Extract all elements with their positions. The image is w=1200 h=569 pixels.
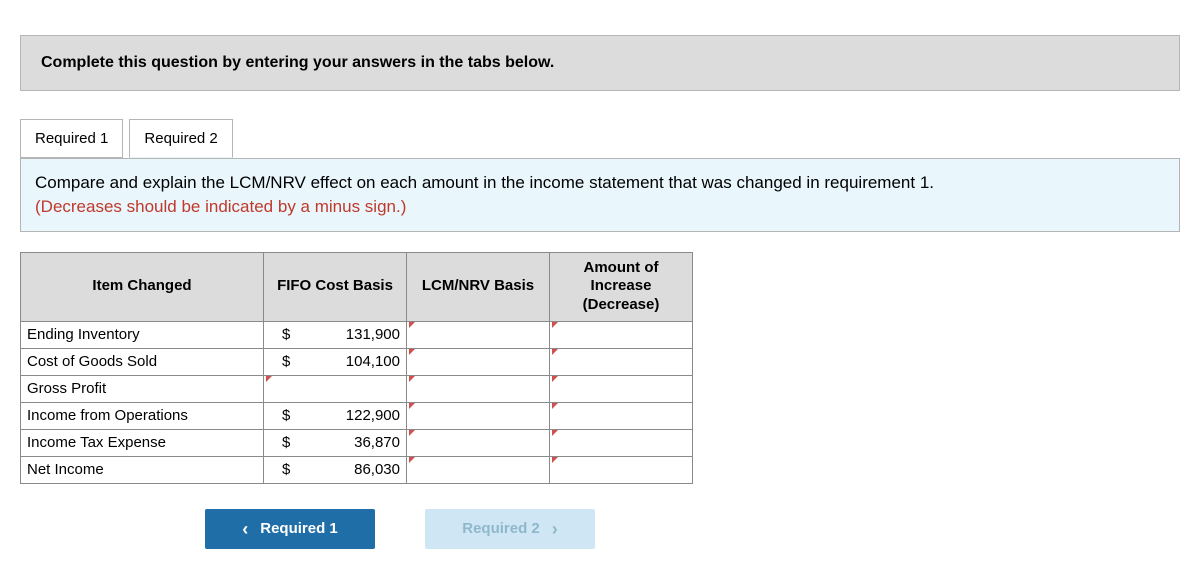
answer-table: Item Changed FIFO Cost Basis LCM/NRV Bas… [20,252,693,484]
fifo-cell[interactable]: $36,870 [264,429,407,456]
currency-symbol: $ [282,461,290,478]
currency-symbol: $ [282,326,290,343]
table-row: Cost of Goods Sold$104,100 [21,348,693,375]
header-item: Item Changed [21,252,264,321]
amount-cell[interactable] [550,375,693,402]
table-row: Net Income$86,030 [21,456,693,483]
prev-button[interactable]: ‹ Required 1 [205,509,375,549]
input-marker-icon [409,349,415,355]
nav-row: ‹ Required 1 Required 2 › [20,509,780,549]
fifo-cell[interactable]: $122,900 [264,402,407,429]
input-marker-icon [409,430,415,436]
row-label: Gross Profit [21,375,264,402]
header-fifo: FIFO Cost Basis [264,252,407,321]
next-button-label: Required 2 [462,520,540,537]
input-marker-icon [409,376,415,382]
input-marker-icon [552,376,558,382]
input-marker-icon [552,457,558,463]
row-label: Cost of Goods Sold [21,348,264,375]
lcm-cell[interactable] [407,321,550,348]
fifo-value: 122,900 [282,407,400,424]
tab-required-2[interactable]: Required 2 [129,119,232,158]
input-marker-icon [409,322,415,328]
amount-cell[interactable] [550,402,693,429]
amount-cell[interactable] [550,456,693,483]
row-label: Ending Inventory [21,321,264,348]
currency-symbol: $ [282,434,290,451]
input-marker-icon [409,457,415,463]
instruction-banner: Complete this question by entering your … [20,35,1180,91]
header-amt: Amount of Increase (Decrease) [550,252,693,321]
amount-cell[interactable] [550,429,693,456]
fifo-value: 104,100 [282,353,400,370]
fifo-cell[interactable]: $86,030 [264,456,407,483]
chevron-left-icon: ‹ [242,520,248,538]
amount-cell[interactable] [550,321,693,348]
fifo-cell[interactable] [264,375,407,402]
lcm-cell[interactable] [407,402,550,429]
currency-symbol: $ [282,407,290,424]
tabs-row: Required 1 Required 2 [20,116,1180,158]
row-label: Net Income [21,456,264,483]
input-marker-icon [552,322,558,328]
amount-cell[interactable] [550,348,693,375]
prompt-box: Compare and explain the LCM/NRV effect o… [20,158,1180,232]
prompt-note: (Decreases should be indicated by a minu… [35,197,406,216]
input-marker-icon [552,430,558,436]
next-button: Required 2 › [425,509,595,549]
input-marker-icon [409,403,415,409]
fifo-cell[interactable]: $104,100 [264,348,407,375]
row-label: Income from Operations [21,402,264,429]
currency-symbol: $ [282,353,290,370]
input-marker-icon [552,403,558,409]
tab-required-1[interactable]: Required 1 [20,119,123,158]
lcm-cell[interactable] [407,429,550,456]
lcm-cell[interactable] [407,375,550,402]
chevron-right-icon: › [552,520,558,538]
fifo-value: 131,900 [282,326,400,343]
lcm-cell[interactable] [407,348,550,375]
prompt-main: Compare and explain the LCM/NRV effect o… [35,173,934,192]
table-row: Ending Inventory$131,900 [21,321,693,348]
input-marker-icon [552,349,558,355]
table-row: Income from Operations$122,900 [21,402,693,429]
prev-button-label: Required 1 [260,520,338,537]
input-marker-icon [266,376,272,382]
row-label: Income Tax Expense [21,429,264,456]
header-lcm: LCM/NRV Basis [407,252,550,321]
table-row: Gross Profit [21,375,693,402]
fifo-value: 36,870 [282,434,400,451]
fifo-value: 86,030 [282,461,400,478]
table-row: Income Tax Expense$36,870 [21,429,693,456]
lcm-cell[interactable] [407,456,550,483]
fifo-cell[interactable]: $131,900 [264,321,407,348]
